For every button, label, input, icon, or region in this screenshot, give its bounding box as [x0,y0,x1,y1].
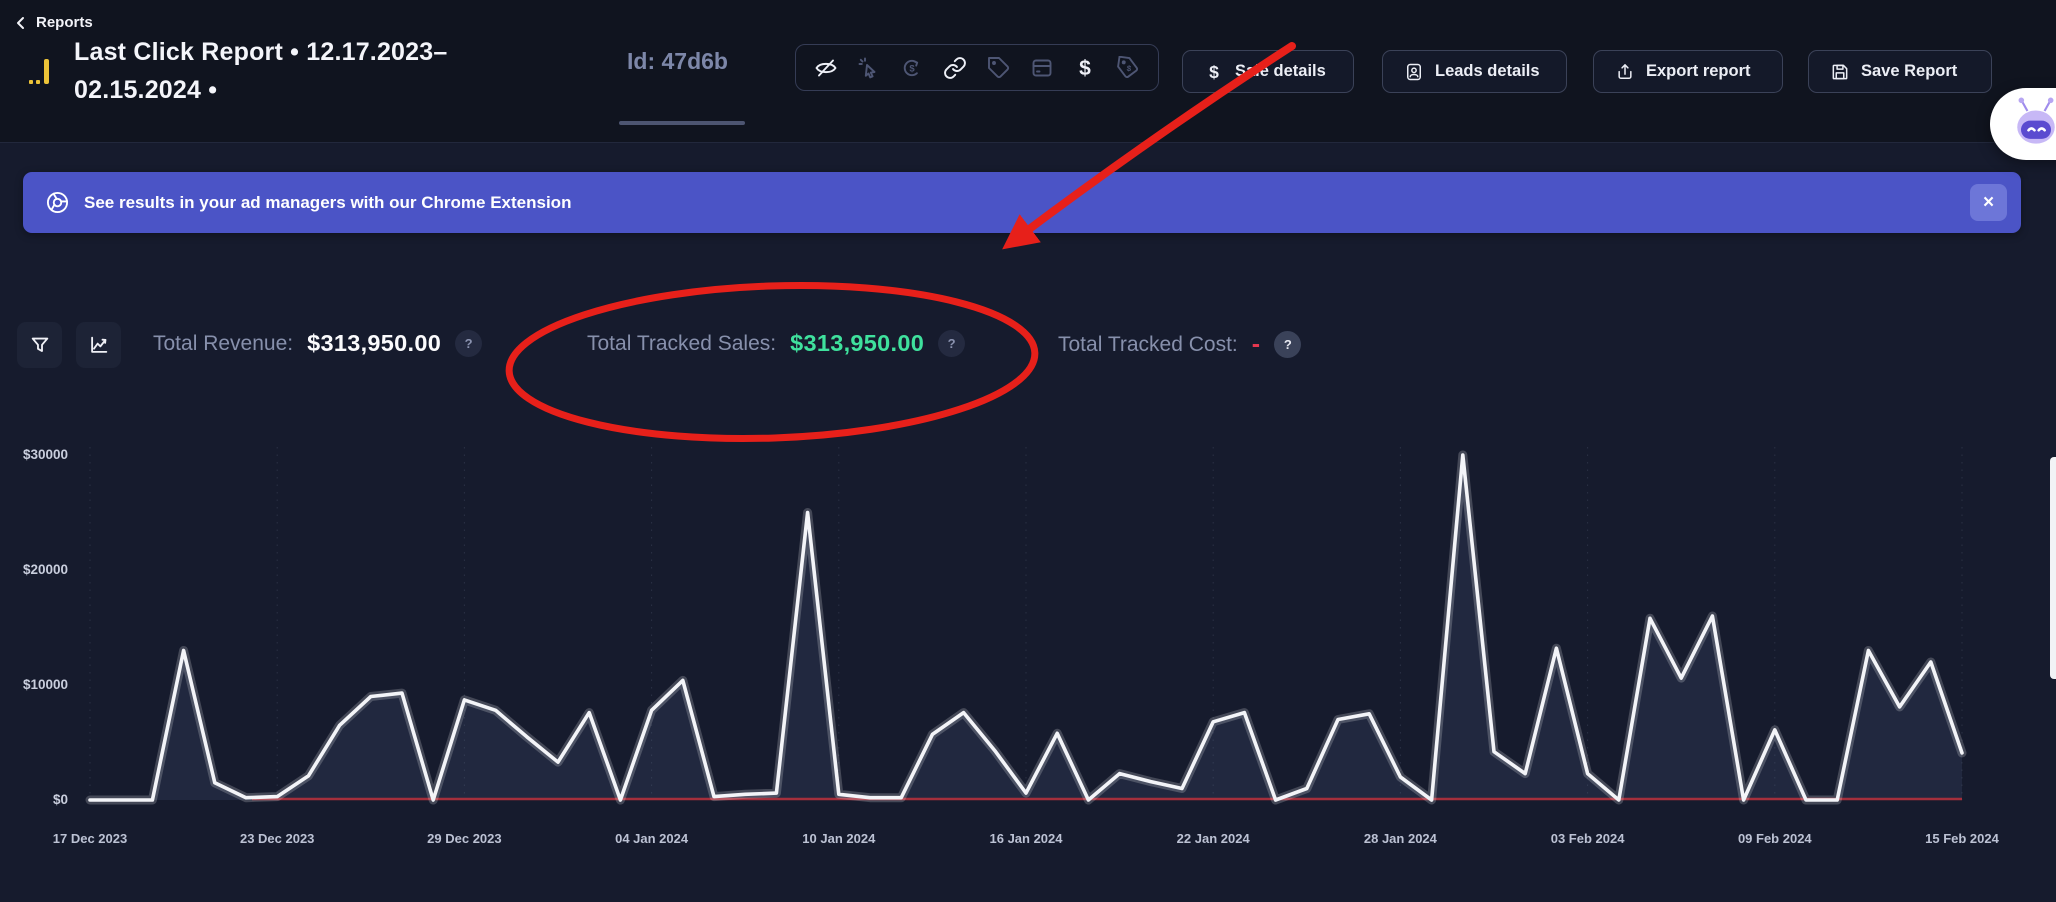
y-tick-label: $10000 [6,677,68,692]
total-tracked-cost-stat: Total Tracked Cost: - ? [1058,330,1301,359]
report-id: Id: 47d6b [627,48,728,75]
x-tick-label: 22 Jan 2024 [1177,831,1250,846]
export-report-label: Export report [1646,62,1751,81]
dollar-icon[interactable]: $ [1072,55,1098,81]
leads-details-label: Leads details [1435,62,1540,81]
revenue-chart[interactable] [90,425,1962,810]
y-tick-label: $20000 [6,562,68,577]
page-title: Last Click Report • 12.17.2023–02.15.202… [74,34,494,109]
x-tick-label: 28 Jan 2024 [1364,831,1437,846]
attribution-toolbar: $ $ [795,44,1159,91]
svg-text:$: $ [909,63,915,74]
svg-text:$: $ [1209,62,1219,82]
revenue-help-icon[interactable]: ? [455,330,482,357]
save-report-button[interactable]: Save Report [1808,50,1992,93]
breadcrumb-label: Reports [36,14,93,31]
back-chevron-icon [14,15,28,31]
total-tracked-sales-label: Total Tracked Sales: [587,332,776,356]
x-tick-label: 23 Dec 2023 [240,831,314,846]
mini-bar-chart-icon [28,56,52,91]
report-page: Reports Last Click Report • 12.17.2023–0… [0,0,2056,902]
total-revenue-value: $313,950.00 [307,330,441,357]
tracked-cost-help-icon[interactable]: ? [1274,331,1301,358]
price-tag-icon[interactable]: $ [1115,55,1141,81]
line-chart-icon [88,334,110,356]
tag-icon[interactable] [986,55,1012,81]
filter-button[interactable] [17,322,62,368]
total-tracked-sales-value: $313,950.00 [790,330,924,357]
card-icon[interactable] [1029,55,1055,81]
export-report-button[interactable]: Export report [1593,50,1783,93]
x-tick-label: 09 Feb 2024 [1738,831,1812,846]
x-tick-label: 04 Jan 2024 [615,831,688,846]
y-tick-label: $30000 [6,447,68,462]
robot-assistant-icon [2010,96,2056,156]
close-icon: × [1983,192,1994,214]
link-icon[interactable] [942,55,968,81]
sale-details-label: Sale details [1235,62,1326,81]
chart-view-button[interactable] [76,322,121,368]
person-badge-icon [1404,62,1424,82]
filter-funnel-icon [29,334,51,356]
total-tracked-cost-value: - [1252,330,1261,359]
total-tracked-sales-stat: Total Tracked Sales: $313,950.00 ? [587,330,965,357]
total-revenue-label: Total Revenue: [153,332,293,356]
cursor-click-icon[interactable] [856,55,882,81]
banner-close-button[interactable]: × [1970,184,2007,221]
x-tick-label: 29 Dec 2023 [427,831,501,846]
total-revenue-stat: Total Revenue: $313,950.00 ? [153,330,482,357]
banner-text: See results in your ad managers with our… [84,193,571,213]
x-tick-label: 16 Jan 2024 [989,831,1062,846]
assistant-chat-button[interactable] [1990,88,2056,160]
dollar-icon: $ [1204,62,1224,82]
x-tick-label: 15 Feb 2024 [1925,831,1999,846]
y-tick-label: $0 [6,792,68,807]
export-icon [1615,62,1635,82]
tracked-sales-help-icon[interactable]: ? [938,330,965,357]
highlight-ellipse [507,277,1038,447]
x-tick-label: 03 Feb 2024 [1551,831,1625,846]
breadcrumb[interactable]: Reports [14,14,93,31]
edge-panel-handle[interactable] [2050,457,2056,679]
sale-details-button[interactable]: $ Sale details [1182,50,1354,93]
leads-details-button[interactable]: Leads details [1382,50,1567,93]
visibility-icon[interactable] [813,55,839,81]
svg-text:$: $ [1079,57,1091,80]
save-icon [1830,62,1850,82]
save-report-label: Save Report [1861,62,1957,81]
svg-text:$: $ [1126,63,1132,73]
x-tick-label: 17 Dec 2023 [53,831,127,846]
chrome-extension-banner: See results in your ad managers with our… [23,172,2021,233]
id-underline [619,121,745,125]
x-tick-label: 10 Jan 2024 [802,831,875,846]
refund-dollar-icon[interactable]: $ [899,55,925,81]
total-tracked-cost-label: Total Tracked Cost: [1058,333,1238,357]
chrome-icon [45,190,70,215]
